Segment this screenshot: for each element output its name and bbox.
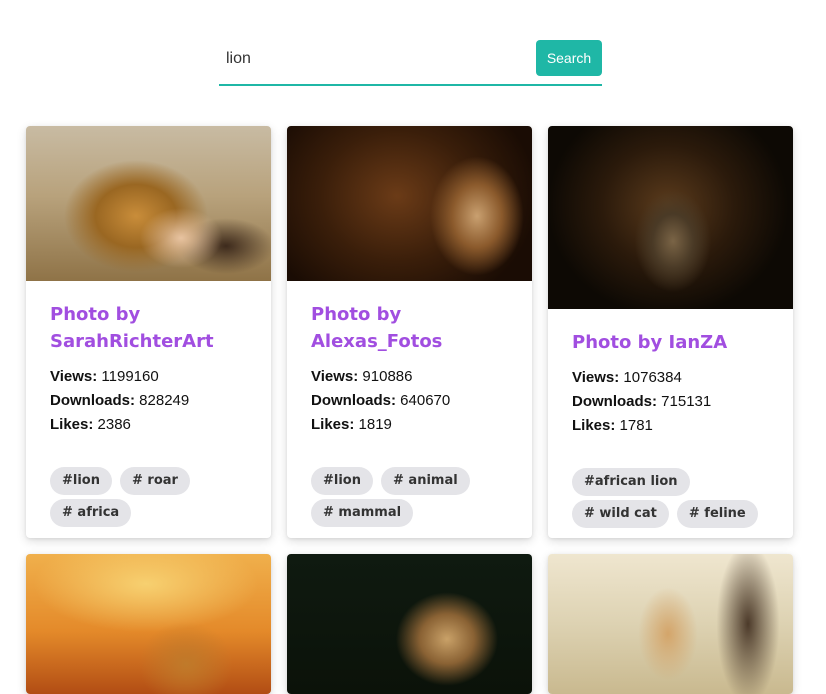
- photo-card[interactable]: [287, 554, 532, 694]
- downloads-stat: Downloads: 640670: [311, 392, 451, 409]
- tag-chip[interactable]: #lion: [311, 467, 373, 495]
- downloads-stat: Downloads: 715131: [572, 393, 712, 410]
- search-bar: Search: [219, 38, 602, 86]
- likes-stat: Likes: 1781: [572, 417, 653, 434]
- tag-chip[interactable]: # feline: [676, 500, 758, 528]
- tag-chip[interactable]: #african lion: [572, 468, 690, 496]
- photo-card[interactable]: Photo by SarahRichterArt Views: 1199160 …: [26, 126, 271, 538]
- tag-chip[interactable]: # animal: [381, 467, 470, 495]
- tag-list: #african lion # wild cat # feline: [572, 468, 769, 528]
- likes-stat: Likes: 2386: [50, 416, 131, 433]
- search-button[interactable]: Search: [536, 40, 602, 76]
- photo-image[interactable]: [548, 126, 793, 309]
- photo-image[interactable]: [287, 126, 532, 281]
- photo-author-title[interactable]: Photo by Alexas_Fotos: [311, 301, 508, 355]
- tag-chip[interactable]: # mammal: [311, 499, 414, 527]
- tag-chip[interactable]: #lion: [50, 467, 112, 495]
- downloads-value: 828249: [139, 392, 190, 409]
- views-value: 1076384: [623, 369, 682, 386]
- tag-chip[interactable]: # roar: [120, 467, 190, 495]
- photo-author-title[interactable]: Photo by SarahRichterArt: [50, 301, 247, 355]
- likes-value: 1781: [619, 417, 653, 434]
- views-stat: Views: 910886: [311, 368, 413, 385]
- tag-list: #lion # roar # africa: [50, 467, 247, 527]
- photo-card[interactable]: Photo by Alexas_Fotos Views: 910886 Down…: [287, 126, 532, 538]
- search-input[interactable]: [219, 38, 529, 78]
- views-stat: Views: 1076384: [572, 369, 682, 386]
- photo-image[interactable]: [26, 126, 271, 281]
- tag-chip[interactable]: # wild cat: [572, 500, 669, 528]
- photo-card[interactable]: [548, 554, 793, 694]
- likes-value: 1819: [358, 416, 392, 433]
- downloads-value: 715131: [661, 393, 712, 410]
- views-value: 910886: [362, 368, 413, 385]
- photo-image[interactable]: [26, 554, 271, 694]
- card-body: Photo by IanZA Views: 1076384 Downloads:…: [548, 309, 793, 528]
- tag-list: #lion # animal # mammal: [311, 467, 508, 527]
- photo-card[interactable]: Photo by IanZA Views: 1076384 Downloads:…: [548, 126, 793, 538]
- downloads-stat: Downloads: 828249: [50, 392, 190, 409]
- card-body: Photo by Alexas_Fotos Views: 910886 Down…: [287, 281, 532, 527]
- likes-value: 2386: [97, 416, 131, 433]
- downloads-value: 640670: [400, 392, 451, 409]
- views-stat: Views: 1199160: [50, 368, 159, 385]
- likes-stat: Likes: 1819: [311, 416, 392, 433]
- card-body: Photo by SarahRichterArt Views: 1199160 …: [26, 281, 271, 527]
- views-value: 1199160: [101, 368, 159, 385]
- photo-author-title[interactable]: Photo by IanZA: [572, 329, 769, 356]
- photo-card[interactable]: [26, 554, 271, 694]
- photo-image[interactable]: [548, 554, 793, 694]
- tag-chip[interactable]: # africa: [50, 499, 132, 527]
- photo-image[interactable]: [287, 554, 532, 694]
